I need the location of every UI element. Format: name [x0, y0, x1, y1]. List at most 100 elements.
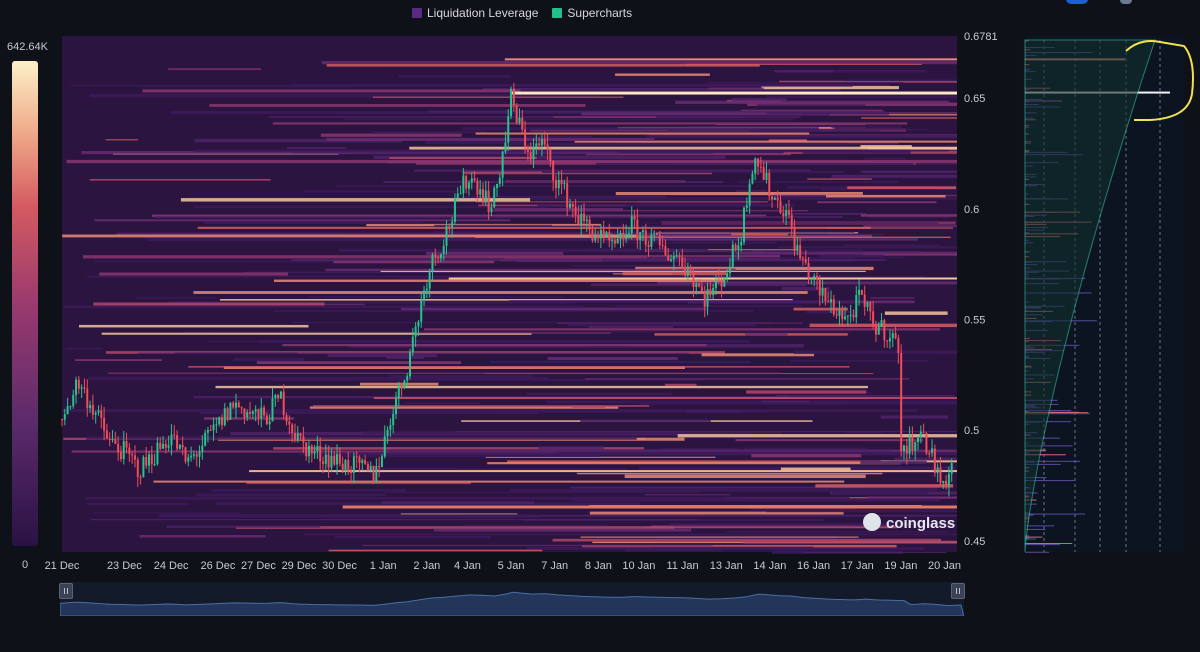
candle-body — [557, 179, 560, 189]
candle-body — [299, 433, 302, 437]
candle-body — [336, 454, 339, 465]
candle-body — [712, 288, 715, 296]
candle-body — [894, 333, 897, 339]
candle-body — [409, 352, 412, 377]
x-tick-label: 10 Jan — [622, 560, 655, 572]
heatmap-band — [268, 116, 801, 118]
candle-body — [274, 394, 277, 399]
candle-body — [176, 435, 179, 449]
candle-body — [695, 283, 698, 287]
candle-body — [835, 314, 838, 316]
candle-body — [487, 190, 490, 213]
candle-body — [218, 417, 221, 425]
candle-body — [670, 259, 673, 261]
candle-body — [201, 445, 204, 452]
candle-body — [170, 434, 173, 446]
candle-body — [922, 431, 925, 433]
candle-body — [403, 380, 406, 389]
heatmap-band — [203, 417, 294, 420]
candle-body — [80, 387, 83, 389]
candle-body — [257, 409, 260, 419]
candle-body — [358, 457, 361, 464]
heatmap-band — [274, 310, 755, 312]
candle-body — [877, 326, 880, 335]
candle-body — [212, 424, 215, 431]
candle-body — [928, 453, 931, 455]
heatmap-band — [789, 212, 866, 215]
candle-body — [560, 179, 563, 185]
heatmap-band — [818, 254, 884, 258]
candle-body — [456, 193, 459, 199]
candle-body — [580, 213, 583, 225]
candle-body — [759, 166, 762, 168]
y-tick-label: 0.65 — [964, 93, 985, 105]
candle-body — [223, 408, 226, 426]
heatmap-band — [291, 258, 886, 261]
candle-body — [181, 444, 184, 448]
candle-body — [630, 216, 633, 234]
candle-body — [279, 391, 282, 399]
candle-body — [678, 255, 681, 258]
candle-body — [942, 480, 945, 483]
candle-body — [748, 183, 751, 206]
candle-body — [714, 279, 717, 289]
heatmap-band — [860, 214, 957, 217]
candle-body — [232, 402, 235, 408]
candle-body — [265, 415, 268, 425]
x-tick-label: 1 Jan — [370, 560, 397, 572]
candle-body — [616, 238, 619, 244]
candle-body — [886, 340, 889, 342]
heatmap-band — [433, 528, 692, 532]
candle-body — [305, 442, 308, 457]
heatmap-band — [308, 296, 564, 298]
heatmap-band — [738, 181, 899, 183]
candle-body — [743, 207, 746, 242]
candle-body — [543, 139, 546, 145]
time-range-scrollbar[interactable] — [60, 582, 964, 616]
candle-body — [235, 402, 238, 408]
candle-body — [515, 105, 518, 123]
scrollbar-left-handle[interactable] — [59, 583, 73, 599]
heatmap-band — [158, 514, 530, 518]
candle-body — [779, 200, 782, 213]
candle-body — [787, 210, 790, 216]
heatmap-band — [639, 401, 957, 405]
heatmap-key-level — [342, 505, 958, 509]
candle-body — [493, 187, 496, 208]
candle-body — [771, 196, 774, 200]
candle-body — [554, 180, 557, 189]
heatmap-band — [567, 323, 757, 327]
candle-body — [501, 151, 504, 178]
candle-body — [162, 443, 165, 449]
heatmap-band — [79, 324, 309, 328]
heatmap-band — [542, 170, 845, 174]
candle-body — [260, 407, 263, 419]
candle-body — [872, 311, 875, 326]
candle-body — [206, 429, 209, 433]
candle-body — [352, 456, 355, 473]
heatmap-band — [624, 474, 866, 479]
profile-bar — [1025, 528, 1046, 530]
candle-body — [251, 411, 254, 414]
heatmap-band — [685, 63, 922, 65]
candle-body — [860, 289, 863, 295]
candle-body — [546, 144, 549, 149]
heatmap-band — [708, 87, 764, 90]
heatmap-band — [677, 434, 957, 438]
candle-body — [425, 288, 428, 291]
y-tick-label: 0.45 — [964, 536, 985, 548]
scrollbar-right-handle[interactable] — [951, 583, 965, 599]
candle-body — [540, 139, 543, 146]
heatmap-band — [423, 328, 940, 331]
candle-body — [813, 275, 816, 279]
candle-body — [945, 480, 948, 486]
heatmap-band — [86, 275, 527, 278]
candle-body — [888, 338, 891, 342]
heatmap-band — [745, 333, 788, 336]
x-tick-label: 16 Jan — [797, 560, 830, 572]
heatmap-band — [774, 70, 834, 73]
candle-body — [925, 432, 928, 454]
candle-body — [119, 452, 122, 460]
heatmap-band — [168, 68, 261, 70]
heatmap-band — [864, 157, 906, 160]
